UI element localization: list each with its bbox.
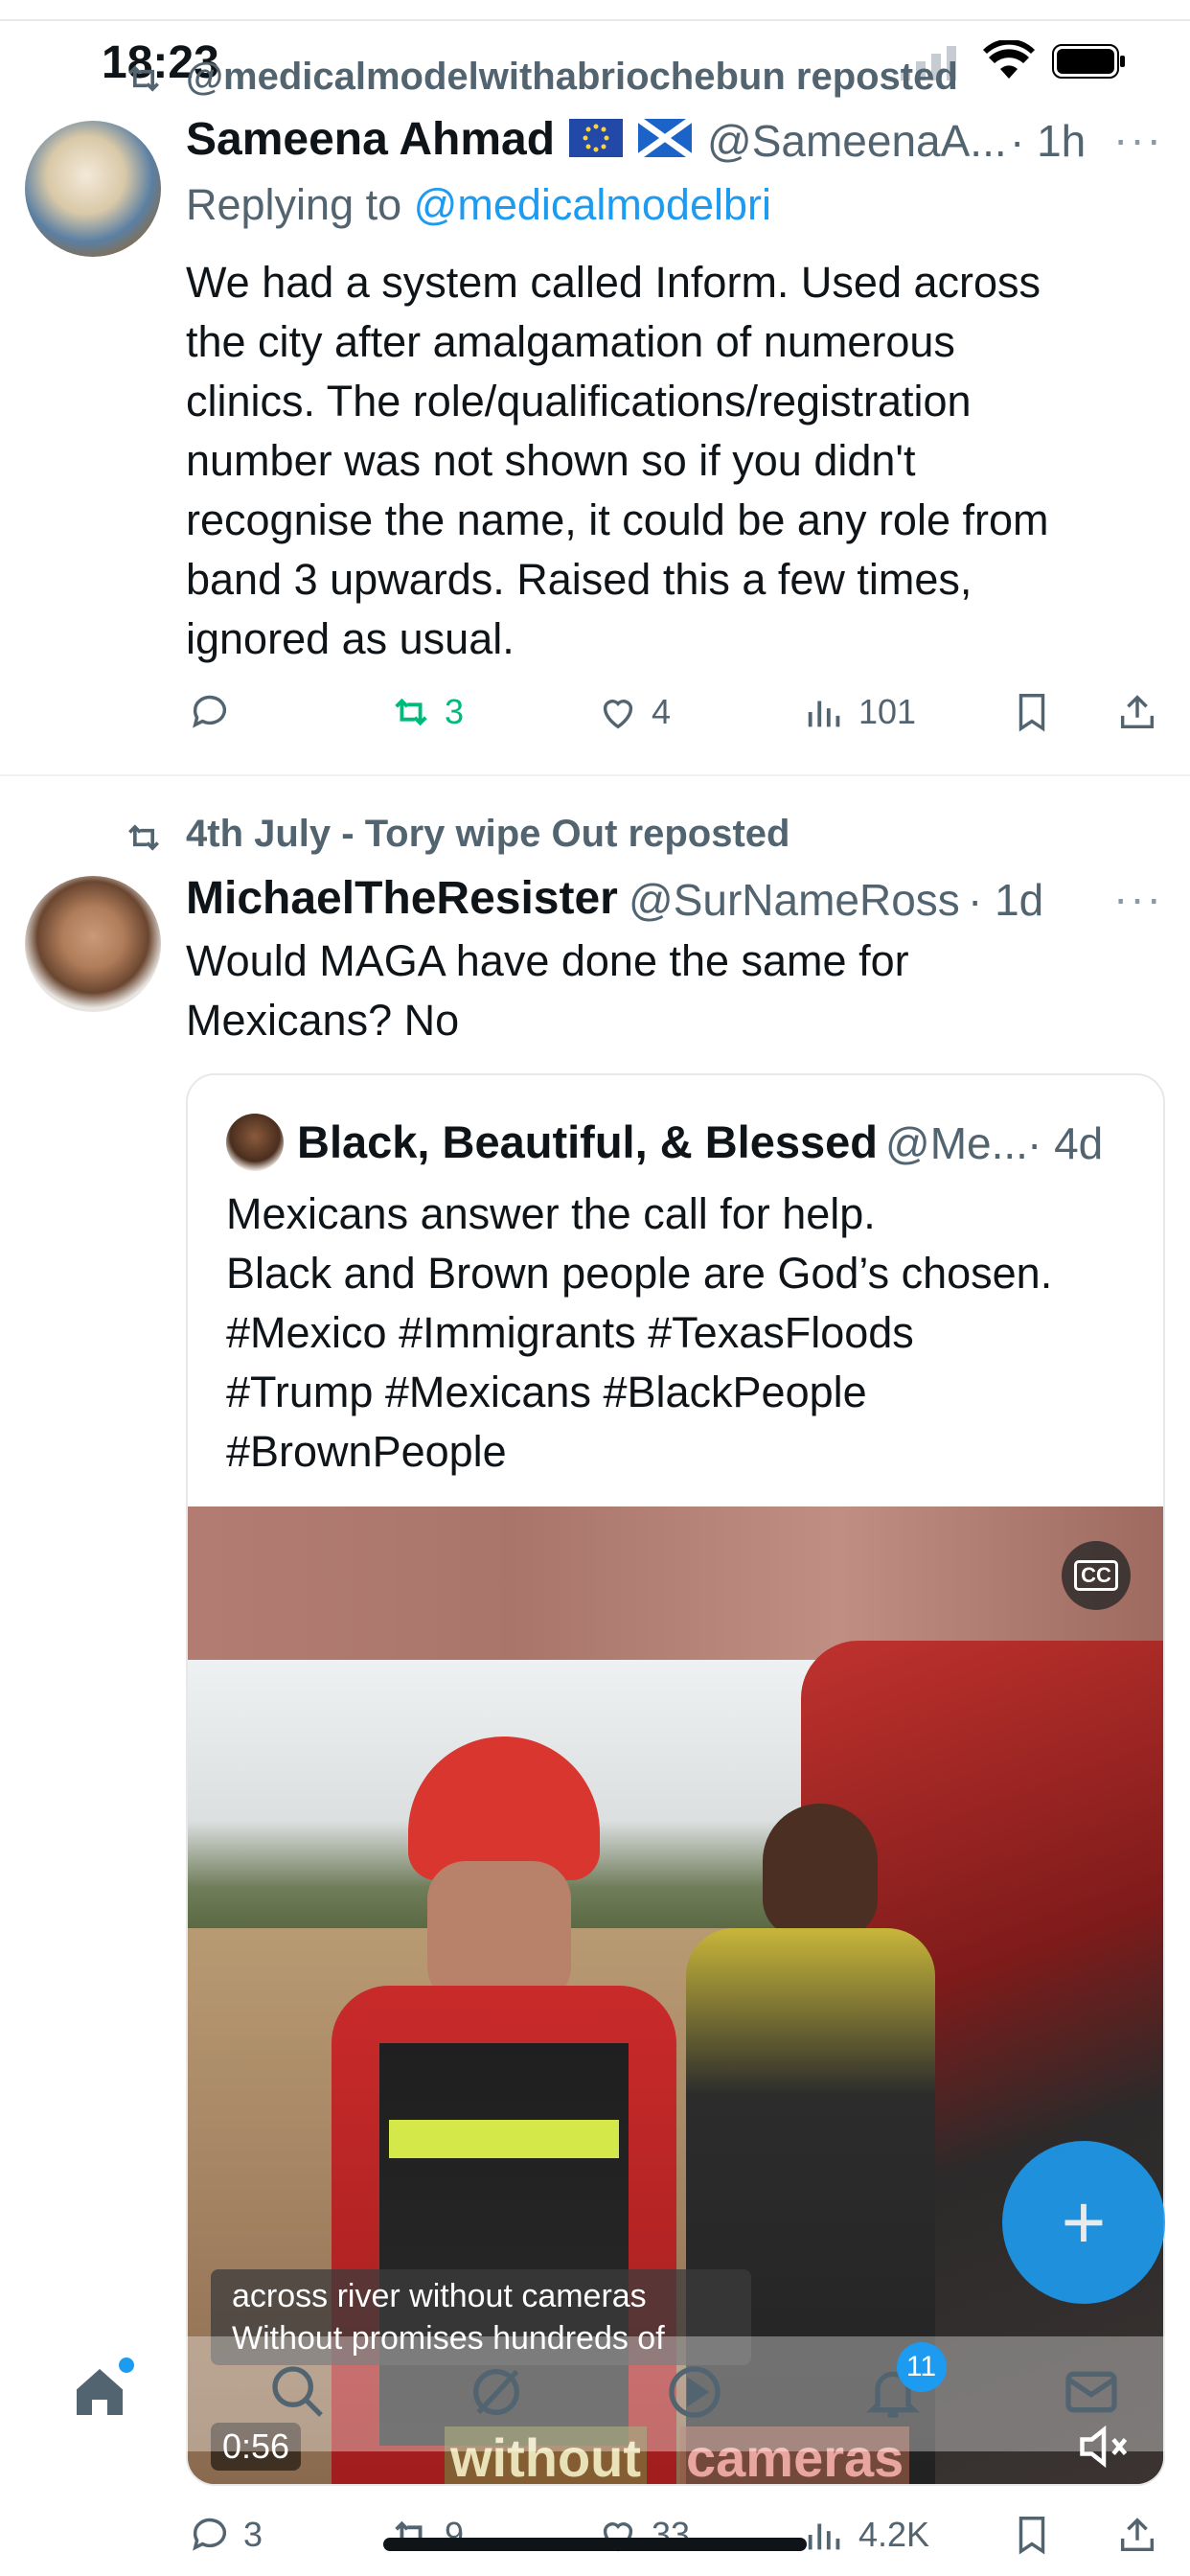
author-name[interactable]: MichaelTheResister — [186, 872, 618, 925]
reply-count: 3 — [243, 2515, 263, 2554]
replying-to-link[interactable]: @medicalmodelbri — [414, 180, 771, 229]
play-icon — [668, 2365, 721, 2418]
share-button[interactable] — [1115, 690, 1171, 734]
views-count: 101 — [858, 692, 917, 731]
bookmark-button[interactable] — [1010, 690, 1065, 734]
author-name[interactable]: Sameena Ahmad — [186, 113, 555, 166]
reply-icon — [193, 695, 227, 728]
home-unread-dot — [118, 2357, 134, 2373]
share-icon — [1120, 2518, 1155, 2552]
post-divider — [0, 774, 1190, 776]
author-handle[interactable]: @SurNameRoss — [629, 874, 960, 926]
nav-home[interactable] — [69, 2357, 134, 2427]
more-options-icon[interactable]: ··· — [1113, 872, 1163, 924]
nav-video[interactable] — [664, 2361, 725, 2427]
video-face — [427, 1861, 571, 2005]
author-flags — [569, 119, 692, 157]
battery-icon — [1052, 44, 1127, 83]
views-button[interactable]: 101 — [803, 690, 916, 734]
views-button[interactable]: 4.2K — [803, 2513, 929, 2557]
quote-author-name[interactable]: Black, Beautiful, & Blessed — [297, 1116, 878, 1168]
reply-button[interactable] — [188, 690, 243, 734]
repost-icon — [123, 816, 165, 863]
views-icon — [808, 2523, 840, 2550]
nav-grok[interactable] — [466, 2361, 527, 2427]
avatar[interactable] — [25, 876, 161, 1012]
nav-messages[interactable] — [1061, 2361, 1122, 2427]
video-vest-stripe — [389, 2120, 619, 2158]
plus-icon: + — [1061, 2179, 1107, 2265]
views-count: 4.2K — [858, 2515, 930, 2554]
search-icon — [271, 2365, 323, 2417]
nav-notifications[interactable]: 11 — [862, 2341, 947, 2427]
nav-search[interactable] — [267, 2361, 329, 2427]
author-handle[interactable]: @SameenaA... — [707, 115, 1007, 167]
repost-button[interactable]: 3 — [389, 690, 464, 734]
like-count: 4 — [652, 692, 672, 731]
bookmark-button[interactable] — [1010, 2513, 1065, 2557]
mail-icon — [1064, 2371, 1117, 2412]
bottom-navigation: 11 — [0, 2336, 1190, 2451]
wifi-icon — [983, 38, 1035, 85]
scotland-flag-icon — [638, 119, 692, 157]
notifications-badge: 11 — [896, 2341, 947, 2392]
repost-count: 3 — [445, 692, 465, 731]
views-icon — [808, 701, 840, 727]
post-body: We had a system called Inform. Used acro… — [186, 258, 1049, 663]
repost-icon — [123, 58, 165, 104]
video-rescuer2-head — [763, 1804, 878, 1938]
home-indicator — [383, 2538, 807, 2551]
quote-time: · 4d — [1027, 1118, 1104, 1168]
heart-icon — [603, 700, 633, 729]
share-button[interactable] — [1115, 2513, 1171, 2557]
captions-button[interactable]: CC — [1062, 1541, 1131, 1610]
share-icon — [1120, 695, 1155, 729]
more-options-icon[interactable]: ··· — [1113, 113, 1163, 165]
repost-icon — [395, 698, 427, 726]
post-time: · 1h — [1010, 116, 1087, 166]
reply-button[interactable]: 3 — [188, 2513, 263, 2557]
eu-flag-icon — [569, 119, 623, 157]
repost-attribution[interactable]: 4th July - Tory wipe Out reposted — [186, 813, 790, 856]
top-divider — [0, 19, 1190, 21]
quote-author-handle[interactable]: @Me... — [885, 1117, 1028, 1169]
quote-avatar[interactable] — [226, 1114, 284, 1171]
like-button[interactable]: 4 — [596, 690, 671, 734]
post-time: · 1d — [968, 875, 1044, 925]
reply-icon — [193, 2518, 227, 2551]
bookmark-icon — [1018, 694, 1045, 732]
video-blur-band — [188, 1506, 1163, 1660]
repost-attribution[interactable]: @medicalmodelwithabriochebun reposted — [186, 56, 958, 99]
replying-to: Replying to @medicalmodelbri — [186, 180, 771, 229]
post-body: Would MAGA have done the same for Mexica… — [186, 936, 909, 1045]
quote-body: Mexicans answer the call for help. Black… — [226, 1189, 1053, 1476]
compose-button[interactable]: + — [1002, 2141, 1165, 2304]
grok-icon — [472, 2368, 519, 2415]
avatar[interactable] — [25, 121, 161, 257]
cc-icon: CC — [1074, 1560, 1118, 1591]
bookmark-icon — [1018, 2517, 1045, 2555]
quoted-post[interactable]: Black, Beautiful, & Blessed @Me... · 4d … — [186, 1073, 1165, 2486]
